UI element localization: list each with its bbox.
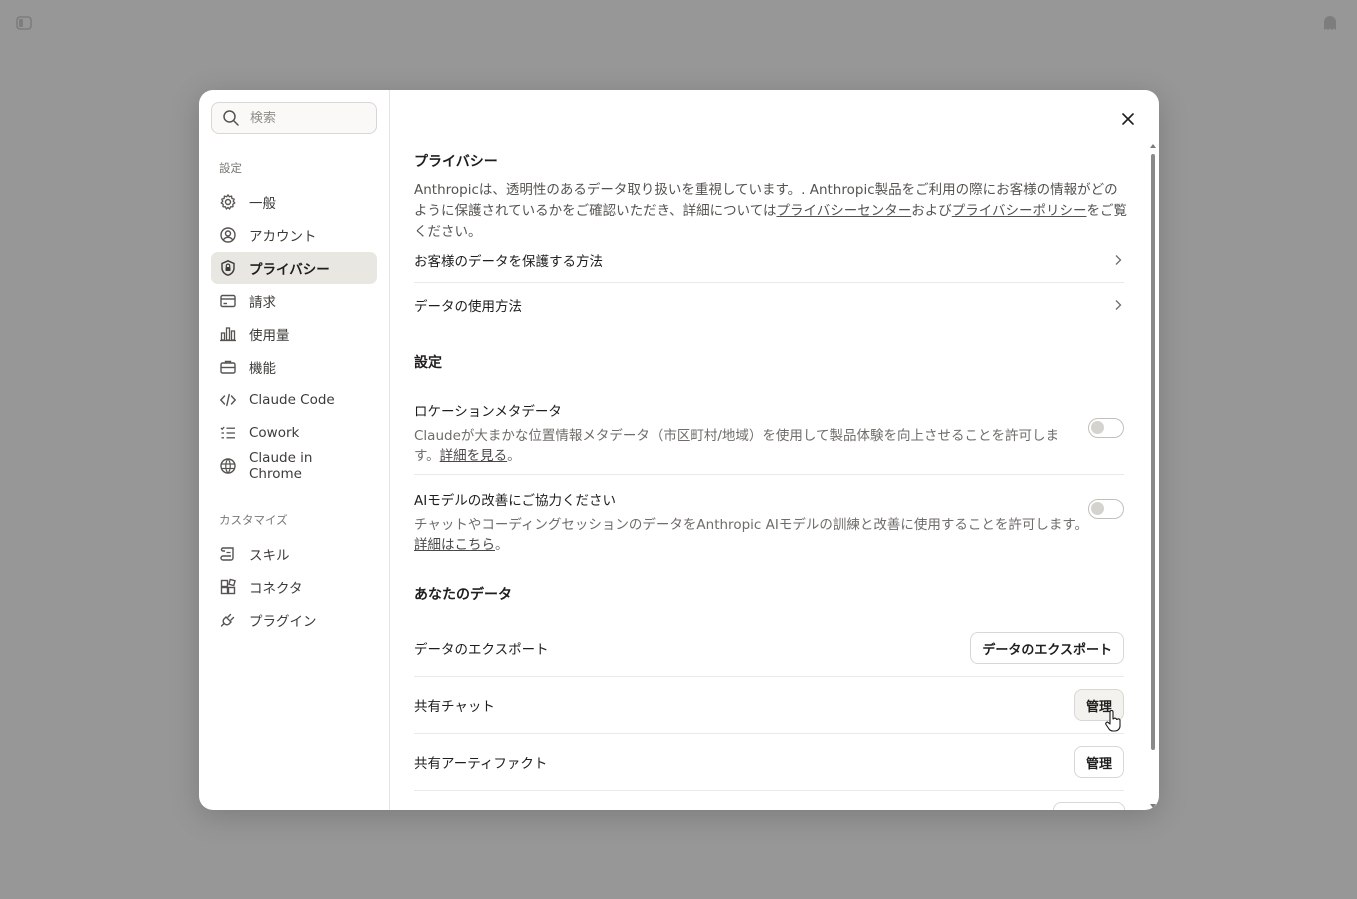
- credit-card-icon: [220, 294, 236, 308]
- sidebar-item-plugins[interactable]: プラグイン: [211, 604, 377, 636]
- search-icon: [223, 110, 239, 126]
- close-button[interactable]: [1117, 108, 1139, 130]
- divider: [414, 733, 1124, 734]
- settings-content: プライバシー Anthropicは、透明性のあるデータ取り扱いを重視しています。…: [390, 90, 1159, 810]
- sidebar-item-label: 使用量: [249, 328, 290, 344]
- shared-chats-row: 共有チャット 管理: [414, 688, 1124, 722]
- nav-row-data-usage[interactable]: データの使用方法: [414, 282, 1124, 327]
- intro-text-middle: および: [911, 203, 952, 219]
- model-improvement-toggle[interactable]: [1088, 499, 1124, 519]
- chevron-right-icon: [1115, 299, 1122, 310]
- sidebar-item-privacy[interactable]: プライバシー: [211, 252, 377, 284]
- mouse-pointer-icon: [1105, 710, 1121, 732]
- shared-artifacts-row: 共有アーティファクト 管理: [414, 745, 1124, 779]
- sidebar-item-skills[interactable]: スキル: [211, 538, 377, 570]
- row-label: データのエクスポート: [414, 642, 549, 658]
- sidebar-item-label: Claude in Chrome: [249, 450, 313, 482]
- setting-title: AIモデルの改善にご協力ください: [414, 493, 616, 509]
- sidebar-item-label: 一般: [249, 196, 276, 212]
- search-box[interactable]: [211, 102, 377, 134]
- divider: [414, 676, 1124, 677]
- nav-row-data-protection[interactable]: お客様のデータを保護する方法: [414, 237, 1124, 282]
- setting-title: ロケーションメタデータ: [414, 404, 562, 420]
- sidebar-item-general[interactable]: 一般: [211, 186, 377, 218]
- model-improvement-setting: AIモデルの改善にご協力ください チャットやコーディングセッションのデータをAn…: [414, 489, 1124, 555]
- privacy-heading: プライバシー: [414, 154, 498, 170]
- sidebar-item-billing[interactable]: 請求: [211, 285, 377, 317]
- divider: [414, 790, 1124, 791]
- setting-desc-text: チャットやコーディングセッションのデータをAnthropic AIモデルの訓練と…: [414, 517, 1088, 533]
- sidebar-item-label: プライバシー: [249, 262, 330, 278]
- nav-row-label: データの使用方法: [414, 298, 522, 315]
- sidebar-item-label: 機能: [249, 361, 276, 377]
- sidebar-item-features[interactable]: 機能: [211, 351, 377, 383]
- code-icon: [219, 393, 237, 407]
- scrollbar-thumb[interactable]: [1151, 154, 1155, 750]
- data-export-row: データのエクスポート データのエクスポート: [414, 631, 1124, 665]
- nav-row-label: お客様のデータを保護する方法: [414, 253, 603, 270]
- privacy-center-link[interactable]: プライバシーセンター: [776, 203, 911, 219]
- search-input[interactable]: [250, 110, 370, 126]
- privacy-policy-link[interactable]: プライバシーポリシー: [952, 203, 1087, 219]
- settings-sidebar: 設定 一般 アカウント プライバシー 請求 使用量 機能 Claude Code: [199, 90, 390, 810]
- chevron-right-icon: [1115, 254, 1122, 265]
- scroll-icon: [220, 547, 234, 561]
- sidebar-item-usage[interactable]: 使用量: [211, 318, 377, 350]
- shield-lock-icon: [221, 260, 235, 276]
- sidebar-item-label: プラグイン: [249, 614, 317, 630]
- divider: [414, 474, 1124, 475]
- sidebar-item-cowork[interactable]: Cowork: [211, 417, 377, 449]
- sidebar-item-label: Cowork: [249, 425, 300, 441]
- ghost-icon[interactable]: [1321, 14, 1339, 32]
- sidebar-item-claude-code[interactable]: Claude Code: [211, 384, 377, 416]
- details-link[interactable]: 詳細はこちら: [414, 537, 495, 553]
- setting-desc-end: 。: [507, 448, 521, 464]
- briefcase-icon: [220, 360, 236, 374]
- location-metadata-setting: ロケーションメタデータ Claudeが大まかな位置情報メタデータ（市区町村/地域…: [414, 400, 1124, 466]
- settings-heading: 設定: [414, 355, 442, 371]
- learn-more-link[interactable]: 詳細を見る: [440, 448, 508, 464]
- sidebar-item-connectors[interactable]: コネクタ: [211, 571, 377, 603]
- section-label-customize: カスタマイズ: [219, 513, 288, 527]
- gear-icon: [220, 194, 236, 210]
- sidebar-item-label: アカウント: [249, 229, 317, 245]
- scroll-down-arrow-icon[interactable]: [1150, 804, 1156, 808]
- export-data-button[interactable]: データのエクスポート: [970, 632, 1124, 664]
- globe-icon: [220, 458, 236, 474]
- sidebar-item-account[interactable]: アカウント: [211, 219, 377, 251]
- toggle-knob: [1091, 502, 1104, 515]
- setting-desc-end: 。: [495, 537, 509, 553]
- bar-chart-icon: [220, 327, 236, 342]
- sidebar-item-label: スキル: [249, 548, 290, 564]
- blocks-icon: [220, 578, 236, 595]
- close-icon: [1122, 113, 1134, 125]
- sidebar-item-claude-in-chrome[interactable]: Claude in Chrome: [211, 450, 377, 482]
- privacy-intro: Anthropicは、透明性のあるデータ取り扱いを重視しています。. Anthr…: [414, 180, 1128, 243]
- user-circle-icon: [220, 227, 236, 243]
- row-label: 共有チャット: [414, 699, 495, 715]
- plug-icon: [220, 613, 235, 627]
- setting-description: チャットやコーディングセッションのデータをAnthropic AIモデルの訓練と…: [414, 515, 1094, 555]
- checklist-icon: [220, 426, 235, 439]
- row-label: 共有アーティファクト: [414, 756, 548, 772]
- your-data-heading: あなたのデータ: [414, 587, 512, 603]
- scroll-up-arrow-icon[interactable]: [1150, 144, 1156, 148]
- scrollbar[interactable]: [1149, 142, 1157, 810]
- setting-description: Claudeが大まかな位置情報メタデータ（市区町村/地域）を使用して製品体験を向…: [414, 426, 1064, 466]
- section-label-settings: 設定: [219, 161, 242, 175]
- sidebar-toggle-icon[interactable]: [15, 14, 33, 32]
- sidebar-item-label: 請求: [249, 295, 276, 311]
- settings-modal: 設定 一般 アカウント プライバシー 請求 使用量 機能 Claude Code: [199, 90, 1159, 810]
- manage-shared-artifacts-button[interactable]: 管理: [1073, 746, 1124, 778]
- sidebar-item-label: コネクタ: [249, 581, 303, 597]
- partially-visible-button[interactable]: [1053, 802, 1125, 810]
- sidebar-item-label: Claude Code: [249, 392, 335, 408]
- location-metadata-toggle[interactable]: [1088, 418, 1124, 438]
- toggle-knob: [1091, 421, 1104, 434]
